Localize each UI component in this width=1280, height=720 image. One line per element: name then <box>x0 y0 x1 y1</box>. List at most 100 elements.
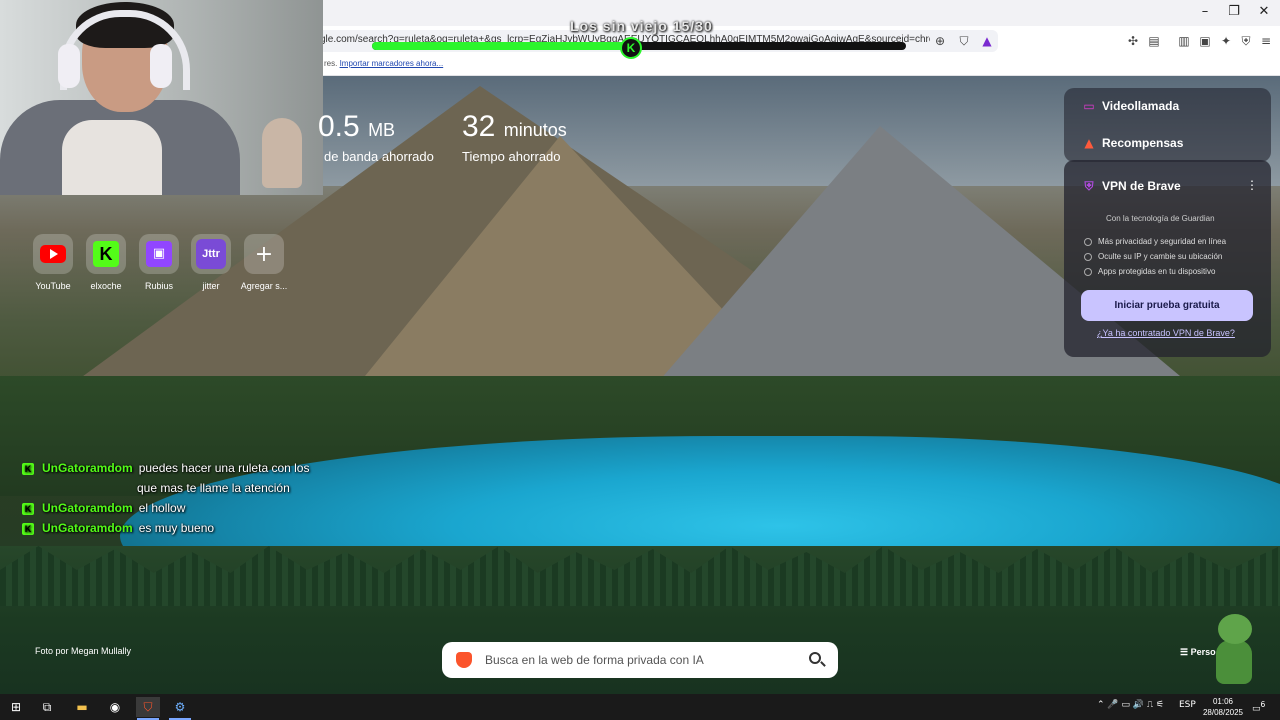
top-site-tile[interactable]: K <box>86 234 126 274</box>
taskbar <box>0 694 1280 720</box>
headset-ear-right <box>150 44 172 88</box>
rewards-triangle-icon: ▲ <box>1084 136 1094 150</box>
vpn-feature: Apps protegidas en tu dispositivo <box>1084 267 1215 276</box>
time-unit: minutos <box>503 120 567 140</box>
already-subscribed-link[interactable]: ¿Ya ha contratado VPN de Brave? <box>1097 328 1235 338</box>
vpn-shield-icon: ⛨ <box>1084 179 1094 193</box>
webcam-overlay <box>0 0 323 195</box>
chat-text: puedes hacer una ruleta con los <box>138 461 310 475</box>
file-explorer-icon[interactable]: ▬ <box>70 697 94 717</box>
search-box[interactable]: Busca en la web de forma privada con IA <box>442 642 838 678</box>
top-site-rubius[interactable]: ▣ Rubius <box>135 234 183 291</box>
tray-icons[interactable]: ⌃ 🎤 ▭ 🔊 ⎍ ⚟ <box>1097 700 1164 710</box>
chat-message: K UnGatoramdom puedes hacer una ruleta con… <box>22 461 309 475</box>
pepe-head <box>1218 614 1252 644</box>
time-value: 32 <box>462 110 496 143</box>
headset-ear-left <box>58 44 80 88</box>
youtube-icon <box>40 245 66 263</box>
brave-shields-icon[interactable]: ⛉ <box>956 33 972 49</box>
videollamada-widget[interactable]: ▭ Videollamada <box>1082 99 1179 113</box>
check-icon <box>1084 252 1092 261</box>
minimize-icon[interactable]: – <box>1190 4 1220 19</box>
wallet-icon[interactable]: ▣ <box>1197 33 1213 49</box>
vpn-powered-by: Con la tecnología de Guardian <box>1106 214 1215 223</box>
extensions-icon[interactable]: ✣ <box>1125 33 1141 49</box>
vpn-feature: Más privacidad y seguridad en línea <box>1084 237 1226 246</box>
bandwidth-label: de banda ahorrado <box>324 149 434 164</box>
top-site-tile[interactable]: Jttr <box>191 234 231 274</box>
vpn-feature-text: Apps protegidas en tu dispositivo <box>1098 267 1216 276</box>
pepe-sticker <box>1214 614 1258 686</box>
vpn-title-label: VPN de Brave <box>1102 179 1181 193</box>
video-camera-icon: ▭ <box>1083 99 1095 113</box>
videollamada-label: Videollamada <box>1102 99 1180 113</box>
photo-credit[interactable]: Foto por Megan Mullally <box>35 646 131 656</box>
kick-badge-icon: K <box>22 522 34 535</box>
restore-icon[interactable]: ❐ <box>1219 4 1249 19</box>
customize-button[interactable]: ☰ Perso <box>1180 647 1216 658</box>
sidebar-icon[interactable]: ▥ <box>1176 33 1192 49</box>
menu-icon[interactable]: ≡ <box>1258 33 1274 49</box>
top-site-tile[interactable] <box>33 234 73 274</box>
clock[interactable]: 01:06 28/08/2025 <box>1196 696 1250 718</box>
top-site-elxoche[interactable]: K elxoche <box>82 234 130 291</box>
top-site-tile[interactable]: ▣ <box>139 234 179 274</box>
time-stat: 32 minutos <box>462 110 567 144</box>
pepe-body <box>1216 640 1252 684</box>
task-view-icon[interactable]: ⧉ <box>35 697 59 717</box>
windows-start-icon[interactable]: ⊞ <box>4 697 28 717</box>
recompensas-widget[interactable]: ▲ Recompensas <box>1082 136 1183 150</box>
obs-icon[interactable]: ◉ <box>103 697 127 717</box>
chat-message: que mas te llame la atención <box>137 481 290 495</box>
notification-icon[interactable]: ▭6 <box>1252 700 1265 714</box>
vpn-feature: Oculte su IP y cambie su ubicación <box>1084 252 1222 261</box>
streamer-shirt <box>62 120 162 195</box>
bookmarks-prefix: res. <box>324 59 338 68</box>
search-input[interactable]: Busca en la web de forma privada con IA <box>485 653 704 667</box>
top-site-jitter[interactable]: Jttr jitter <box>187 234 235 291</box>
vpn-icon[interactable]: ⛨ <box>1238 33 1254 49</box>
brave-browser-icon[interactable]: ⛉ <box>136 697 160 717</box>
top-site-label: Rubius <box>144 281 173 291</box>
check-icon <box>1084 267 1092 276</box>
chat-username: UnGatoramdom <box>42 501 133 515</box>
bandwidth-stat: 0.5 MB <box>318 110 395 144</box>
search-icon[interactable] <box>809 652 821 664</box>
reader-icon[interactable]: ▤ <box>1146 33 1162 49</box>
clock-date: 28/08/2025 <box>1202 708 1244 717</box>
import-bookmarks-link[interactable]: Importar marcadores ahora... <box>340 59 444 68</box>
leo-ai-icon[interactable]: ✦ <box>1218 33 1234 49</box>
start-trial-button[interactable]: Iniciar prueba gratuita <box>1081 290 1253 321</box>
jitter-icon: Jttr <box>196 239 226 269</box>
recompensas-label: Recompensas <box>1102 136 1184 150</box>
steam-icon[interactable]: ⚙ <box>168 697 192 717</box>
check-icon <box>1084 237 1092 246</box>
notification-count: 6 <box>1260 700 1266 709</box>
top-site-youtube[interactable]: YouTube <box>29 234 77 291</box>
twitch-icon: ▣ <box>146 241 172 267</box>
rewards-icon[interactable]: ▲ <box>979 33 995 49</box>
top-site-label: jitter <box>202 281 220 291</box>
top-site-label: Agregar s... <box>240 281 288 291</box>
more-options-icon[interactable]: ⋮ <box>1246 178 1258 192</box>
bandwidth-unit: MB <box>368 120 396 140</box>
language-indicator[interactable]: ESP <box>1179 700 1196 710</box>
bandwidth-value: 0.5 <box>318 110 360 143</box>
chat-username: UnGatoramdom <box>42 521 133 535</box>
vpn-feature-text: Más privacidad y seguridad en línea <box>1098 237 1227 246</box>
kick-icon: K <box>93 241 119 267</box>
close-icon[interactable]: ✕ <box>1249 4 1279 19</box>
brave-logo-icon <box>456 652 472 668</box>
top-site-label: YouTube <box>35 281 71 291</box>
kick-badge-icon: K <box>22 502 34 515</box>
chat-text: el hollow <box>138 501 186 515</box>
plus-icon: + <box>254 241 274 267</box>
chat-message: K UnGatoramdom el hollow <box>22 501 185 515</box>
kick-logo-icon: K <box>620 37 642 59</box>
chat-message: K UnGatoramdom es muy bueno <box>22 521 214 535</box>
time-label: Tiempo ahorrado <box>462 149 561 164</box>
top-site-tile[interactable]: + <box>244 234 284 274</box>
top-site-label: elxoche <box>90 281 122 291</box>
top-site-add[interactable]: + Agregar s... <box>240 234 288 291</box>
zoom-icon[interactable]: ⊕ <box>932 33 948 49</box>
